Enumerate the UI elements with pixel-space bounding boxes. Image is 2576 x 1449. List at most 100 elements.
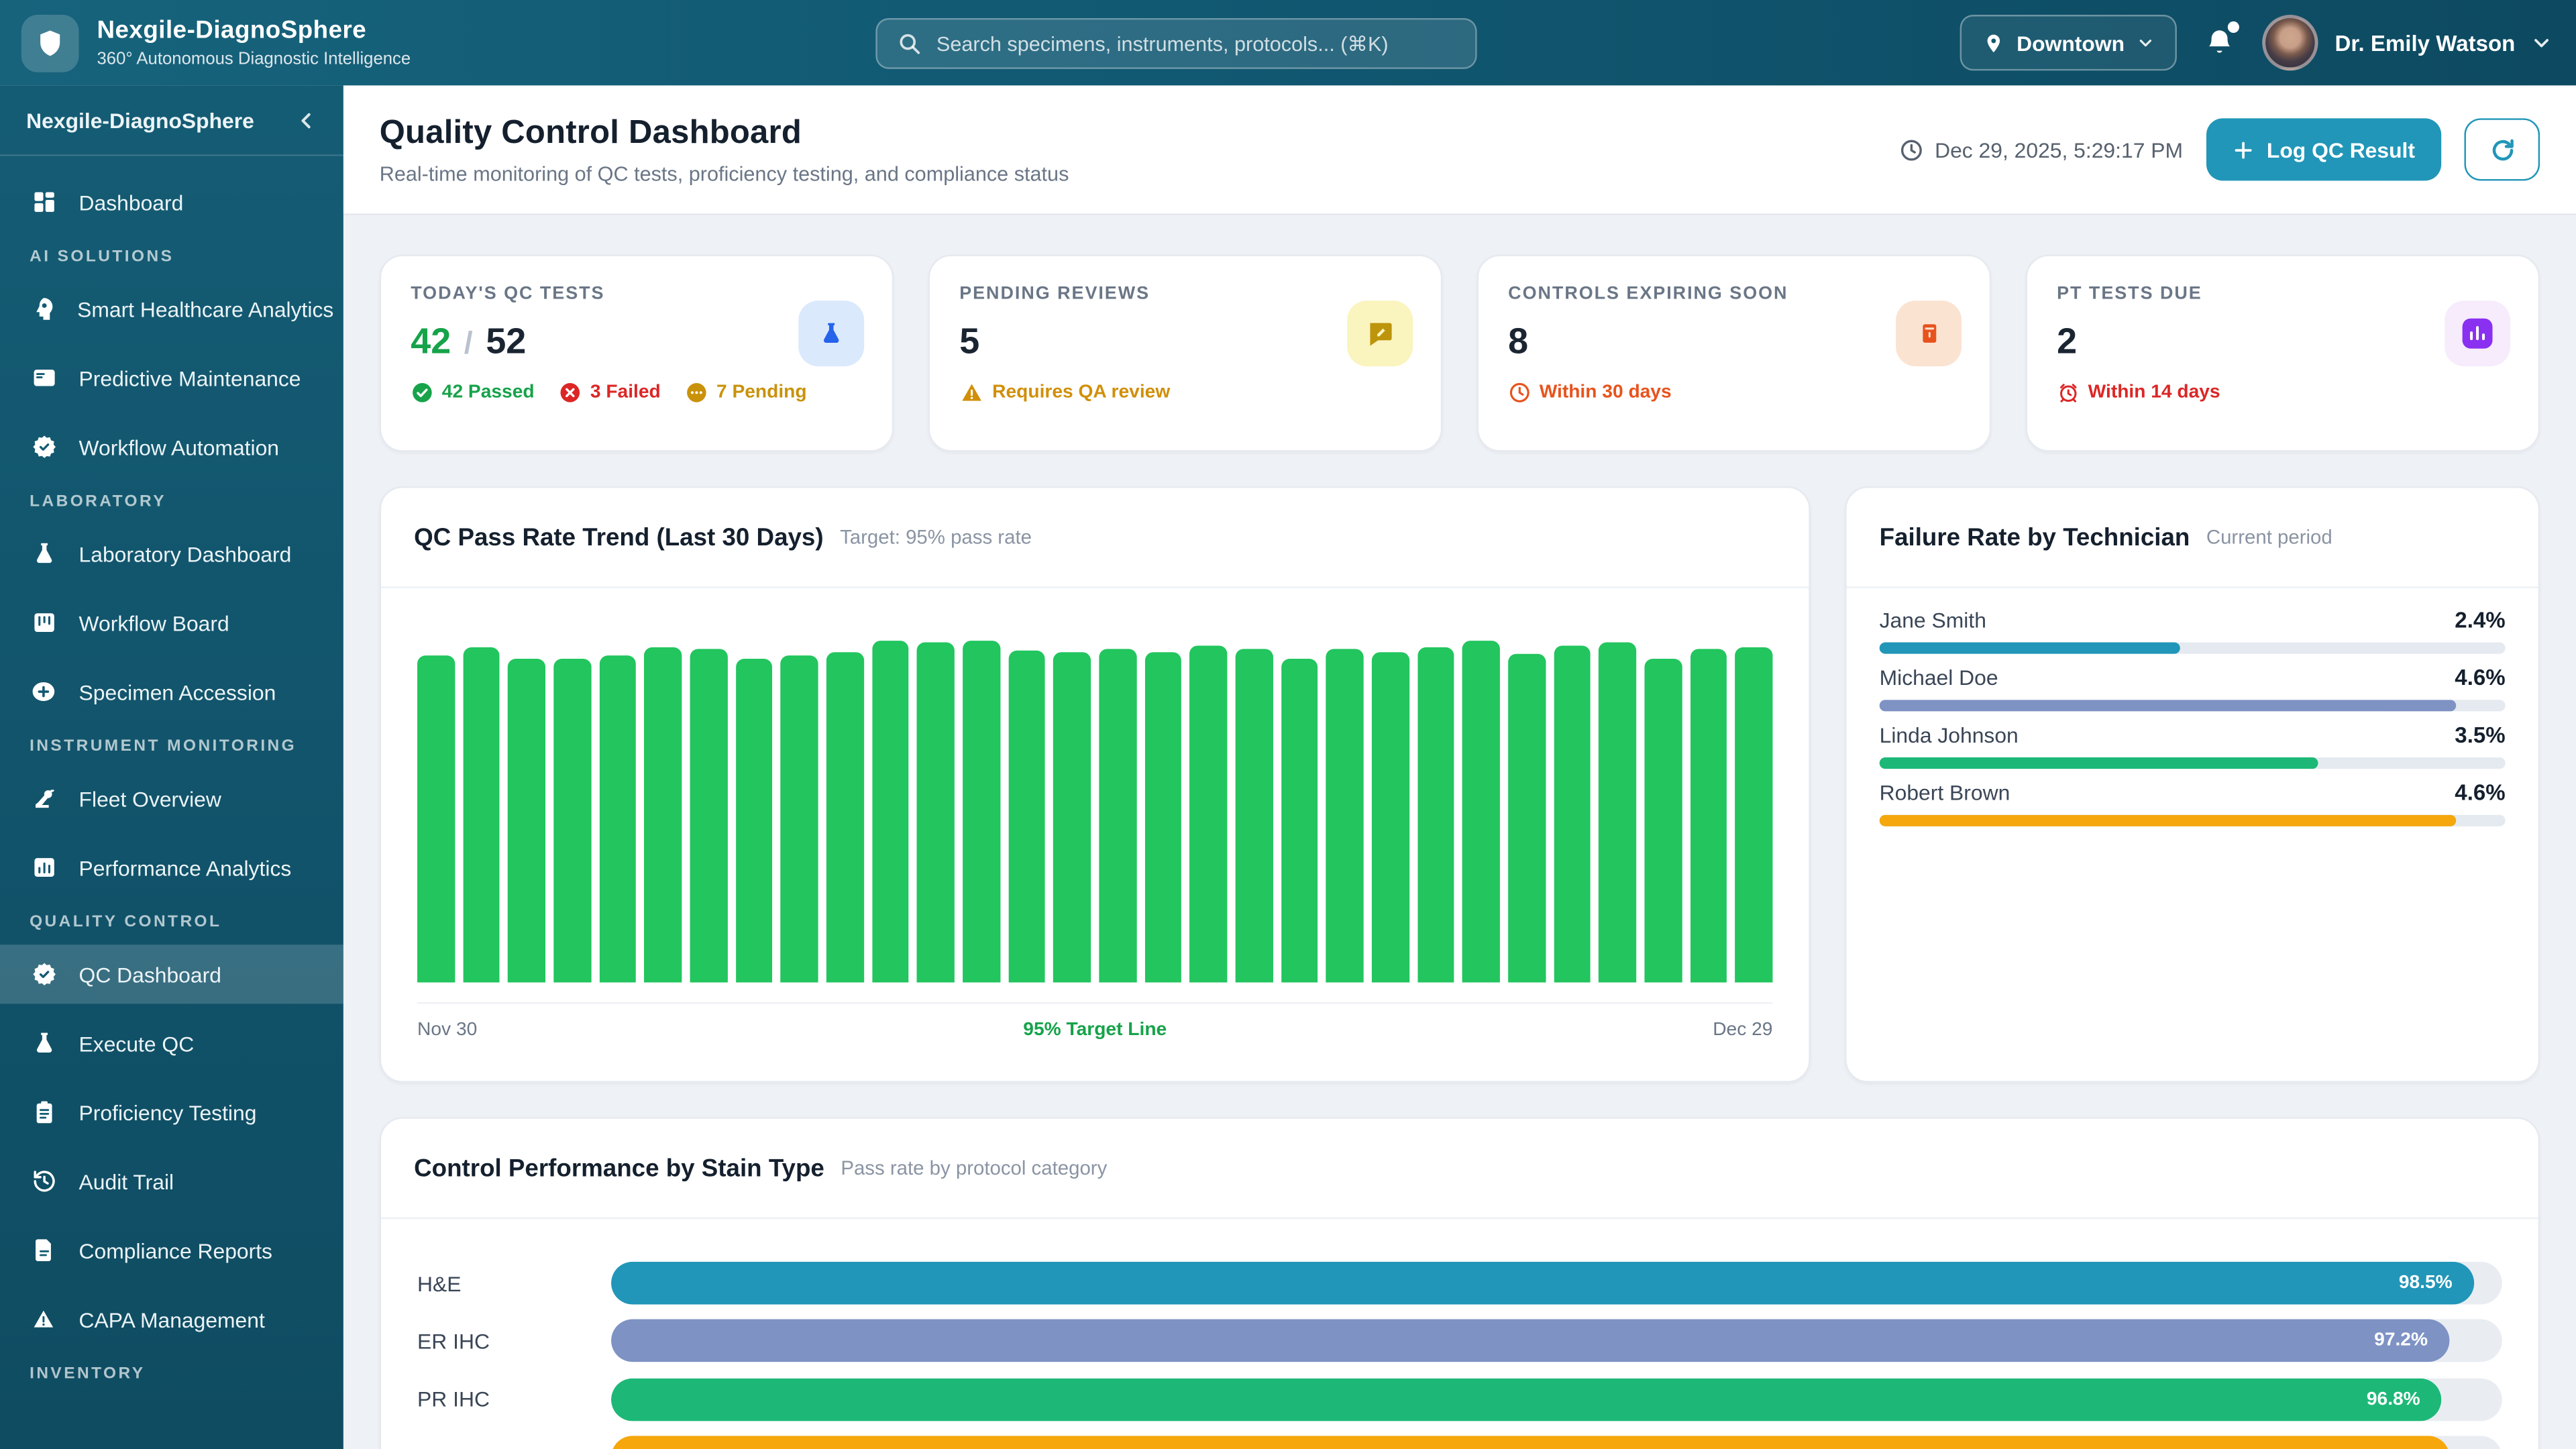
flask-icon — [30, 541, 58, 567]
trend-bar — [1326, 649, 1364, 982]
qc-pass-rate-trend-panel: QC Pass Rate Trend (Last 30 Days) Target… — [380, 486, 1811, 1083]
page-header: Quality Control Dashboard Real-time moni… — [343, 85, 2576, 215]
brand-logo — [21, 14, 79, 72]
stat-badges: 42 Passed3 Failed7 Pending — [411, 381, 806, 404]
technician-bar-fill — [1880, 643, 2180, 654]
trend-bar — [781, 655, 818, 982]
trend-bar — [735, 659, 773, 982]
location-label: Downtown — [2017, 30, 2125, 55]
badge-check-icon — [30, 961, 58, 987]
stain-bar-value: 97.2% — [2374, 1332, 2428, 1351]
sidebar-item-predictive-maintenance[interactable]: Predictive Maintenance — [0, 348, 343, 407]
sidebar: Nexgile-DiagnoSphere DashboardAI SOLUTIO… — [0, 85, 343, 1449]
stat-badge-3-failed: 3 Failed — [559, 381, 660, 404]
brand: Nexgile-DiagnoSphere 360° Autonomous Dia… — [0, 14, 411, 72]
stain-bar-fill: 98.5% — [611, 1262, 2473, 1305]
flask-icon — [30, 1030, 58, 1057]
sidebar-item-proficiency-testing[interactable]: Proficiency Testing — [0, 1083, 343, 1142]
sidebar-item-dashboard[interactable]: Dashboard — [0, 172, 343, 231]
clock-icon — [1898, 137, 1923, 162]
workflow-automation-icon — [30, 434, 58, 460]
ellipsis-circle-icon — [685, 381, 708, 404]
sidebar-item-workflow-automation[interactable]: Workflow Automation — [0, 417, 343, 476]
sidebar-item-label: Workflow Board — [79, 610, 229, 635]
sidebar-item-performance-analytics[interactable]: Performance Analytics — [0, 838, 343, 897]
sidebar-item-execute-qc[interactable]: Execute QC — [0, 1014, 343, 1073]
sidebar-collapse-button[interactable] — [296, 109, 317, 131]
technician-name: Michael Doe — [1880, 665, 1998, 690]
notification-dot — [2228, 21, 2239, 33]
smart-analytics-icon — [30, 296, 56, 322]
technician-name: Robert Brown — [1880, 780, 2010, 805]
technician-failure-rate: 4.6% — [2455, 780, 2505, 805]
failure-rate-panel-header: Failure Rate by Technician Current perio… — [1847, 488, 2538, 588]
trend-bar — [553, 659, 591, 982]
trend-bar — [417, 655, 455, 982]
stain-panel-header: Control Performance by Stain Type Pass r… — [381, 1119, 2538, 1219]
technician-row-michael-doe: Michael Doe4.6% — [1880, 665, 2506, 712]
notifications-button[interactable] — [2205, 28, 2235, 58]
technician-name: Jane Smith — [1880, 608, 1986, 633]
topbar-right: Downtown Dr. Emily Watson — [1959, 0, 2551, 85]
kanban-icon — [30, 610, 58, 636]
stain-bar-track: 98.5% — [611, 1262, 2502, 1305]
sidebar-item-label: CAPA Management — [79, 1307, 265, 1332]
refresh-button[interactable] — [2464, 118, 2540, 180]
trend-x-axis: Nov 30 95% Target Line Dec 29 — [417, 1002, 1772, 1040]
stat-footer: Within 14 days — [2057, 381, 2220, 404]
history-icon — [30, 1168, 58, 1194]
sidebar-item-fleet-overview[interactable]: Fleet Overview — [0, 769, 343, 828]
sidebar-item-audit-trail[interactable]: Audit Trail — [0, 1152, 343, 1211]
stain-panel-subtitle: Pass rate by protocol category — [841, 1157, 1107, 1179]
stain-bar-track — [611, 1436, 2502, 1449]
trend-bar — [917, 643, 955, 983]
sidebar-item-specimen-accession[interactable]: Specimen Accession — [0, 662, 343, 721]
stat-card-today-s-qc-tests: TODAY'S QC TESTS42/5242 Passed3 Failed7 … — [380, 255, 894, 452]
stat-card-controls-expiring-soon: CONTROLS EXPIRING SOON8Within 30 days — [1477, 255, 1992, 452]
x-axis-start-label: Nov 30 — [417, 1020, 477, 1040]
sidebar-item-compliance-reports[interactable]: Compliance Reports — [0, 1221, 343, 1280]
log-qc-result-button[interactable]: Log QC Result — [2206, 118, 2441, 180]
app-root: Nexgile-DiagnoSphere 360° Autonomous Dia… — [0, 0, 2576, 1449]
technician-failure-rate: 3.5% — [2455, 723, 2505, 748]
technician-bar-track — [1880, 815, 2506, 826]
technician-bar-fill — [1880, 757, 2318, 769]
trend-bar — [599, 655, 637, 982]
timestamp: Dec 29, 2025, 5:29:17 PM — [1898, 137, 2183, 162]
sidebar-item-smart-healthcare-analytics[interactable]: Smart Healthcare Analytics — [0, 279, 343, 338]
technician-bar-track — [1880, 643, 2506, 654]
stat-card-pt-tests-due: PT TESTS DUE2Within 14 days — [2026, 255, 2540, 452]
technician-bar-fill — [1880, 815, 2455, 826]
sidebar-item-laboratory-dashboard[interactable]: Laboratory Dashboard — [0, 524, 343, 583]
stain-label: PR IHC — [417, 1387, 611, 1412]
trend-bar — [645, 647, 682, 983]
search-icon — [897, 32, 922, 56]
sidebar-item-workflow-board[interactable]: Workflow Board — [0, 593, 343, 652]
location-pin-icon — [1982, 30, 2004, 55]
technician-rows: Jane Smith2.4%Michael Doe4.6%Linda Johns… — [1847, 588, 2538, 826]
sidebar-item-label: Audit Trail — [79, 1169, 174, 1193]
sidebar-item-label: Proficiency Testing — [79, 1100, 257, 1125]
review-pen-icon — [1347, 301, 1413, 366]
sidebar-item-label: Smart Healthcare Analytics — [77, 297, 333, 321]
flask-icon — [798, 301, 864, 366]
stat-badge-42-passed: 42 Passed — [411, 381, 534, 404]
search-input[interactable] — [936, 32, 1456, 55]
stain-bar-fill: 96.8% — [611, 1378, 2442, 1421]
content: TODAY'S QC TESTS42/5242 Passed3 Failed7 … — [343, 215, 2576, 1449]
global-search[interactable] — [875, 18, 1477, 69]
trend-bar — [826, 652, 864, 982]
sidebar-item-capa-management[interactable]: CAPA Management — [0, 1289, 343, 1348]
sidebar-item-qc-dashboard[interactable]: QC Dashboard — [0, 945, 343, 1004]
trend-bar — [1236, 649, 1273, 982]
failure-rate-panel-subtitle: Current period — [2206, 526, 2332, 549]
sidebar-item-label: Specimen Accession — [79, 680, 276, 704]
technician-bar-track — [1880, 757, 2506, 769]
stain-label: H&E — [417, 1271, 611, 1295]
location-selector[interactable]: Downtown — [1959, 15, 2177, 70]
bell-icon — [2205, 28, 2235, 58]
trend-bar — [1554, 645, 1591, 982]
user-menu[interactable]: Dr. Emily Watson — [2263, 15, 2551, 70]
mini-bar-chart-icon — [2445, 301, 2510, 366]
sidebar-item-label: Compliance Reports — [79, 1238, 272, 1263]
